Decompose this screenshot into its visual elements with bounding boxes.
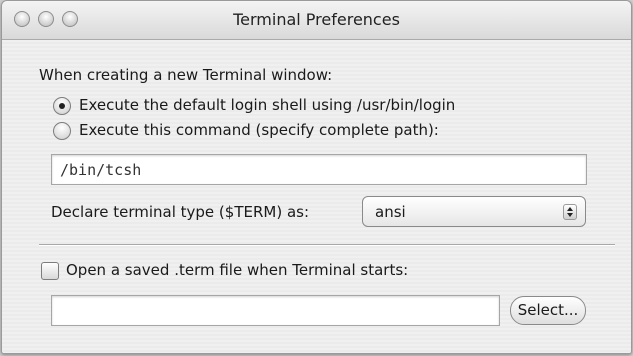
radio-default-shell-label[interactable]: Execute the default login shell using /u… [79,96,455,114]
divider [39,244,615,245]
command-input[interactable]: /bin/tcsh [51,154,587,185]
open-term-file-checkbox[interactable] [41,262,59,280]
term-type-value: ansi [375,203,406,221]
title-bar[interactable]: Terminal Preferences [2,1,631,40]
startup-heading: When creating a new Terminal window: [39,66,333,84]
radio-default-shell[interactable] [53,97,71,115]
open-term-file-label[interactable]: Open a saved .term file when Terminal st… [66,261,408,279]
term-file-path-input[interactable] [51,295,500,326]
term-type-popup[interactable]: ansi [362,196,586,227]
preferences-body: When creating a new Terminal window: Exe… [2,40,631,353]
window-title: Terminal Preferences [233,10,400,29]
radio-custom-command-label[interactable]: Execute this command (specify complete p… [79,121,439,139]
preferences-window: Terminal Preferences When creating a new… [1,0,632,354]
radio-custom-command[interactable] [53,122,71,140]
updown-arrows-icon [563,204,577,220]
term-type-label: Declare terminal type ($TERM) as: [51,203,310,221]
select-button[interactable]: Select... [510,296,586,325]
